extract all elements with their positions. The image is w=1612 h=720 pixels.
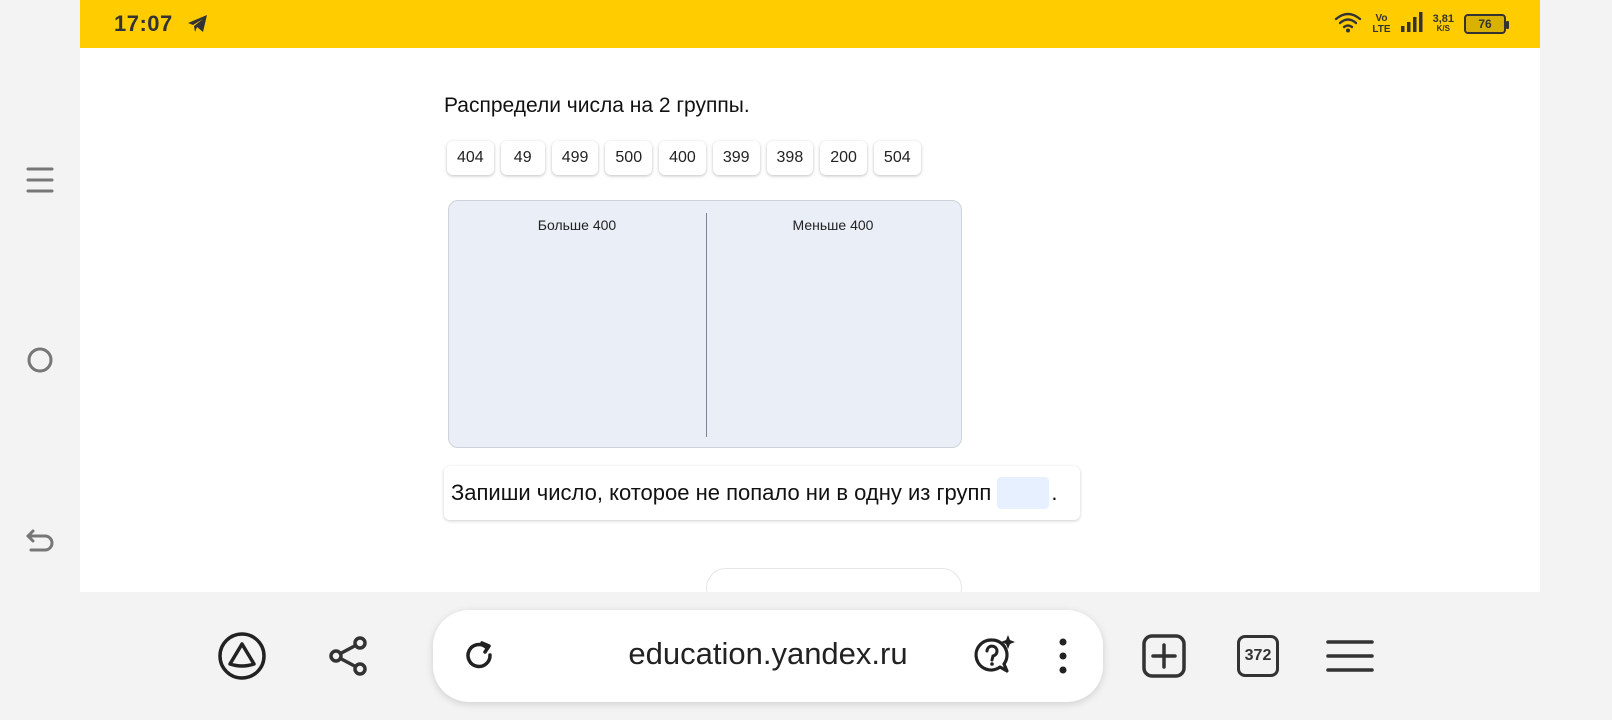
ai-question-icon[interactable] (965, 628, 1021, 684)
signal-icon (1400, 11, 1423, 37)
number-chips: 404 49 499 500 400 399 398 200 504 (447, 141, 921, 175)
answer-input[interactable] (997, 477, 1050, 509)
number-chip[interactable]: 398 (766, 141, 814, 175)
share-icon[interactable] (320, 628, 376, 684)
answer-prompt: Запиши число, которое не попало ни в одн… (451, 480, 992, 505)
browser-toolbar: education.yandex.ru 372 (80, 592, 1540, 720)
home-icon[interactable] (20, 340, 60, 380)
wifi-icon (1334, 11, 1362, 38)
tab-count: 372 (1237, 635, 1279, 677)
battery-indicator: 76 (1464, 14, 1509, 34)
network-speed: 3,81 K/S (1433, 14, 1454, 34)
right-edge (1540, 0, 1612, 720)
status-indicators: Vo LTE 3,81 K/S 76 (1334, 11, 1509, 38)
sorting-box: Больше 400 Меньше 400 (448, 200, 962, 448)
answer-suffix: . (1051, 480, 1058, 505)
speed-value: 3,81 (1432, 13, 1454, 25)
page-content: Распредели числа на 2 группы. 404 49 499… (80, 48, 1540, 608)
volte-line2: LTE (1372, 24, 1391, 35)
tabs-counter-icon[interactable]: 372 (1230, 628, 1286, 684)
volte-indicator: Vo LTE (1372, 13, 1390, 35)
speed-unit: K/S (1436, 24, 1450, 33)
group-greater-400[interactable]: Больше 400 (449, 201, 705, 447)
answer-row: Запиши число, которое не попало ни в одн… (444, 466, 1080, 520)
number-chip[interactable]: 200 (820, 141, 867, 175)
telegram-icon (187, 13, 209, 35)
status-time: 17:07 (114, 11, 173, 36)
screen: 17:07 Vo LTE 3,81 K/S 76 Распредели числ… (0, 0, 1612, 720)
new-tab-icon[interactable] (1136, 628, 1192, 684)
status-bar: 17:07 Vo LTE 3,81 K/S 76 (80, 0, 1540, 48)
volte-line1: Vo (1375, 13, 1388, 24)
hamburger-menu-icon[interactable] (1322, 628, 1378, 684)
more-vertical-icon[interactable] (1035, 628, 1091, 684)
number-chip[interactable]: 500 (605, 141, 653, 175)
group-title: Больше 400 (537, 217, 617, 233)
group-less-400[interactable]: Меньше 400 (705, 201, 961, 447)
number-chip[interactable]: 404 (447, 141, 494, 175)
url-text[interactable]: education.yandex.ru (583, 636, 953, 672)
number-chip[interactable]: 49 (500, 141, 545, 175)
address-bar[interactable]: education.yandex.ru (433, 610, 1103, 702)
back-icon[interactable] (20, 520, 60, 560)
number-chip[interactable]: 504 (873, 141, 921, 175)
alice-icon[interactable] (214, 628, 270, 684)
system-navigation (0, 0, 80, 720)
number-chip[interactable]: 399 (712, 141, 760, 175)
number-chip[interactable]: 499 (551, 141, 599, 175)
number-chip[interactable]: 400 (659, 141, 706, 175)
group-title: Меньше 400 (792, 217, 874, 233)
task-title: Распредели числа на 2 группы. (444, 94, 750, 117)
recent-apps-icon[interactable] (20, 160, 60, 200)
reload-icon[interactable] (452, 628, 508, 684)
